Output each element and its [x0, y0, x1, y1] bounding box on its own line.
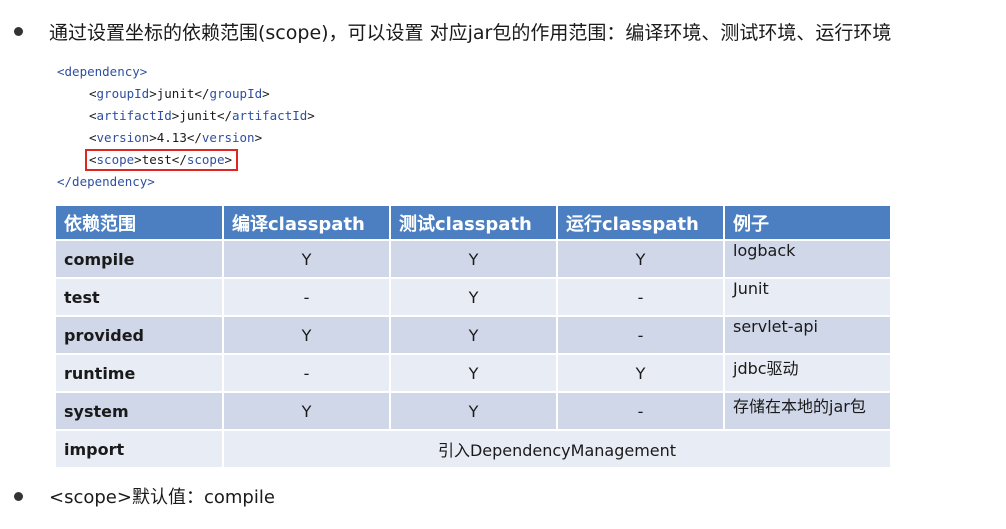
scope-cell: provided: [56, 316, 224, 355]
runtime-cell: -: [557, 392, 725, 431]
example-cell: logback: [724, 240, 890, 279]
compile-cell: Y: [223, 392, 391, 431]
header-test-classpath: 测试classpath: [390, 206, 558, 241]
example-cell: 存储在本地的jar包: [724, 392, 890, 431]
scope-cell: runtime: [56, 354, 224, 393]
runtime-cell: Y: [557, 240, 725, 279]
header-compile-classpath: 编译classpath: [223, 206, 391, 241]
bullet-dot-icon: [14, 27, 23, 36]
test-cell: Y: [390, 316, 558, 355]
code-version-text: <version>4.13</version>: [89, 130, 263, 145]
intro-text: 通过设置坐标的依赖范围(scope)，可以设置 对应jar包的作用范围：编译环境…: [49, 22, 892, 44]
header-example: 例子: [724, 206, 890, 241]
test-cell: Y: [390, 392, 558, 431]
scope-table: 依赖范围 编译classpath 测试classpath 运行classpath…: [56, 206, 890, 469]
compile-cell: -: [223, 278, 391, 317]
runtime-cell: -: [557, 316, 725, 355]
table-row: compile Y Y Y logback: [56, 240, 890, 279]
test-cell: Y: [390, 278, 558, 317]
code-dependency-close: </dependency>: [57, 174, 155, 189]
table-row: provided Y Y - servlet-api: [56, 316, 890, 355]
default-bullet: <scope>默认值：compile: [14, 483, 275, 509]
code-dependency-open: <dependency>: [57, 64, 148, 79]
code-artifactid: <artifactId>junit</artifactId>: [57, 105, 315, 127]
table-row: system Y Y - 存储在本地的jar包: [56, 392, 890, 431]
runtime-cell: Y: [557, 354, 725, 393]
test-cell: Y: [390, 240, 558, 279]
compile-cell: -: [223, 354, 391, 393]
code-version: <version>4.13</version>: [57, 127, 315, 149]
scope-cell: compile: [56, 240, 224, 279]
header-scope: 依赖范围: [56, 206, 224, 241]
example-cell: servlet-api: [724, 316, 890, 355]
default-text: <scope>默认值：compile: [49, 487, 275, 508]
example-cell: Junit: [724, 278, 890, 317]
intro-bullet: 通过设置坐标的依赖范围(scope)，可以设置 对应jar包的作用范围：编译环境…: [14, 18, 891, 45]
code-snippet: <dependency> <groupId>junit</groupId> <a…: [57, 61, 315, 193]
code-artifactid-text: <artifactId>junit</artifactId>: [89, 108, 315, 123]
code-scope-text: <scope>test</scope>: [89, 152, 233, 167]
table-row: runtime - Y Y jdbc驱动: [56, 354, 890, 393]
table-row: test - Y - Junit: [56, 278, 890, 317]
compile-cell: Y: [223, 316, 391, 355]
code-scope: <scope>test</scope>: [57, 149, 315, 171]
import-merged-cell: 引入DependencyManagement: [223, 430, 890, 469]
scope-cell: test: [56, 278, 224, 317]
table-header-row: 依赖范围 编译classpath 测试classpath 运行classpath…: [56, 206, 890, 241]
code-groupid: <groupId>junit</groupId>: [57, 83, 315, 105]
test-cell: Y: [390, 354, 558, 393]
compile-cell: Y: [223, 240, 391, 279]
scope-cell: system: [56, 392, 224, 431]
scope-highlight-box: <scope>test</scope>: [85, 149, 239, 171]
example-cell: jdbc驱动: [724, 354, 890, 393]
table-row-import: import 引入DependencyManagement: [56, 430, 890, 469]
runtime-cell: -: [557, 278, 725, 317]
bullet-dot-icon: [14, 491, 23, 501]
header-runtime-classpath: 运行classpath: [557, 206, 725, 241]
code-groupid-text: <groupId>junit</groupId>: [89, 86, 270, 101]
scope-cell: import: [56, 430, 224, 469]
